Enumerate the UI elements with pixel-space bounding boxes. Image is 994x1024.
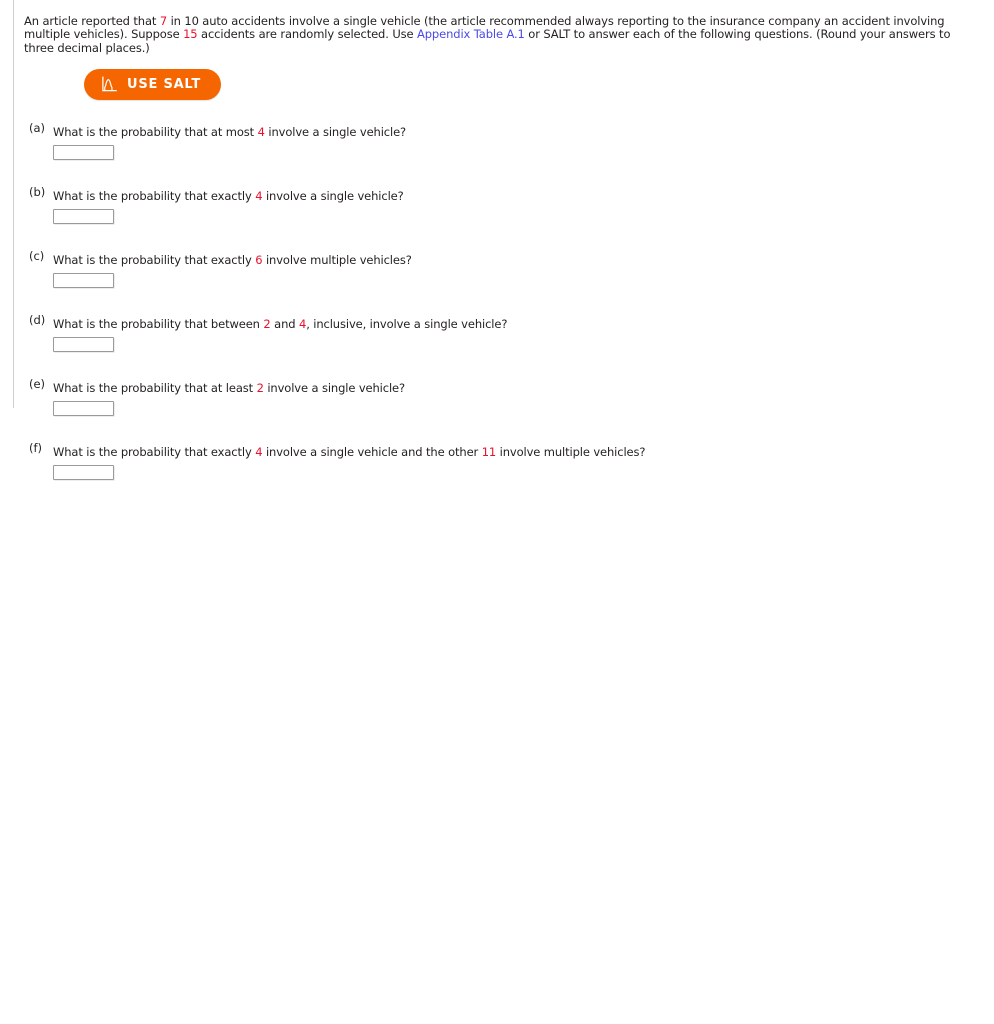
question-part-text: What is the probability that at least 2 … bbox=[53, 381, 405, 395]
question-text-segment: What is the probability that exactly bbox=[53, 444, 256, 459]
stem-text-part-3: accidents are randomly selected. Use bbox=[197, 27, 417, 42]
question-part-label: (f) bbox=[29, 440, 43, 455]
question-number-value: 4 bbox=[257, 124, 265, 139]
question-text-segment: What is the probability that at most bbox=[53, 124, 258, 139]
problem-container: An article reported that 7 in 10 auto ac… bbox=[24, 0, 970, 480]
question-part: (d) What is the probability that between … bbox=[24, 313, 970, 352]
question-number-value: 11 bbox=[481, 444, 497, 459]
question-text-segment: What is the probability that exactly bbox=[53, 252, 256, 267]
question-part: (b) What is the probability that exactly … bbox=[24, 185, 970, 224]
answer-input[interactable] bbox=[53, 336, 114, 352]
question-text-segment: involve a single vehicle? bbox=[263, 380, 405, 395]
question-text-segment: involve multiple vehicles? bbox=[496, 444, 646, 459]
question-part-text: What is the probability that exactly 6 i… bbox=[53, 253, 412, 267]
question-part: (f) What is the probability that exactly … bbox=[24, 441, 970, 480]
question-part-label: (b) bbox=[29, 184, 46, 199]
question-text-segment: involve a single vehicle? bbox=[262, 188, 404, 203]
stem-number-7: 7 bbox=[159, 13, 168, 28]
question-number-value: 2 bbox=[256, 380, 264, 395]
question-part: (a) What is the probability that at most … bbox=[24, 121, 970, 160]
answer-input[interactable] bbox=[53, 464, 114, 480]
question-part-text: What is the probability that exactly 4 i… bbox=[53, 189, 404, 203]
use-salt-label: USE SALT bbox=[127, 76, 201, 92]
question-text-segment: and bbox=[270, 316, 299, 331]
answer-input[interactable] bbox=[53, 272, 114, 288]
answer-input[interactable] bbox=[53, 400, 114, 416]
question-text-segment: What is the probability that between bbox=[53, 316, 264, 331]
question-text-segment: What is the probability that exactly bbox=[53, 188, 256, 203]
question-part-label: (c) bbox=[29, 248, 45, 263]
question-text-segment: involve multiple vehicles? bbox=[262, 252, 412, 267]
stem-number-15: 15 bbox=[183, 27, 198, 42]
question-part-label: (a) bbox=[29, 120, 46, 135]
salt-button-wrapper: USE SALT bbox=[84, 68, 970, 100]
left-border-rule bbox=[13, 0, 14, 408]
answer-input[interactable] bbox=[53, 208, 114, 224]
stem-text-part-1: An article reported that bbox=[24, 13, 160, 28]
answer-input[interactable] bbox=[53, 144, 114, 160]
question-number-value: 2 bbox=[263, 316, 271, 331]
question-part-label: (e) bbox=[29, 376, 46, 391]
question-text-segment: involve a single vehicle? bbox=[264, 124, 407, 139]
question-part-text: What is the probability that at most 4 i… bbox=[53, 125, 406, 139]
question-part: (c) What is the probability that exactly … bbox=[24, 249, 970, 288]
question-part-text: What is the probability that exactly 4 i… bbox=[53, 445, 645, 459]
question-part-label: (d) bbox=[29, 312, 46, 327]
problem-statement: An article reported that 7 in 10 auto ac… bbox=[24, 12, 954, 56]
appendix-table-link[interactable]: Appendix Table A.1 bbox=[417, 27, 525, 41]
question-text-segment: What is the probability that at least bbox=[53, 380, 257, 395]
question-parts-list: (a) What is the probability that at most … bbox=[24, 121, 970, 480]
use-salt-button[interactable]: USE SALT bbox=[84, 68, 221, 100]
question-part: (e) What is the probability that at least… bbox=[24, 377, 970, 416]
question-part-text: What is the probability that between 2 a… bbox=[53, 317, 507, 331]
normal-distribution-curve-icon bbox=[101, 76, 118, 93]
question-text-segment: , inclusive, involve a single vehicle? bbox=[306, 316, 508, 331]
question-text-segment: involve a single vehicle and the other bbox=[262, 444, 482, 459]
